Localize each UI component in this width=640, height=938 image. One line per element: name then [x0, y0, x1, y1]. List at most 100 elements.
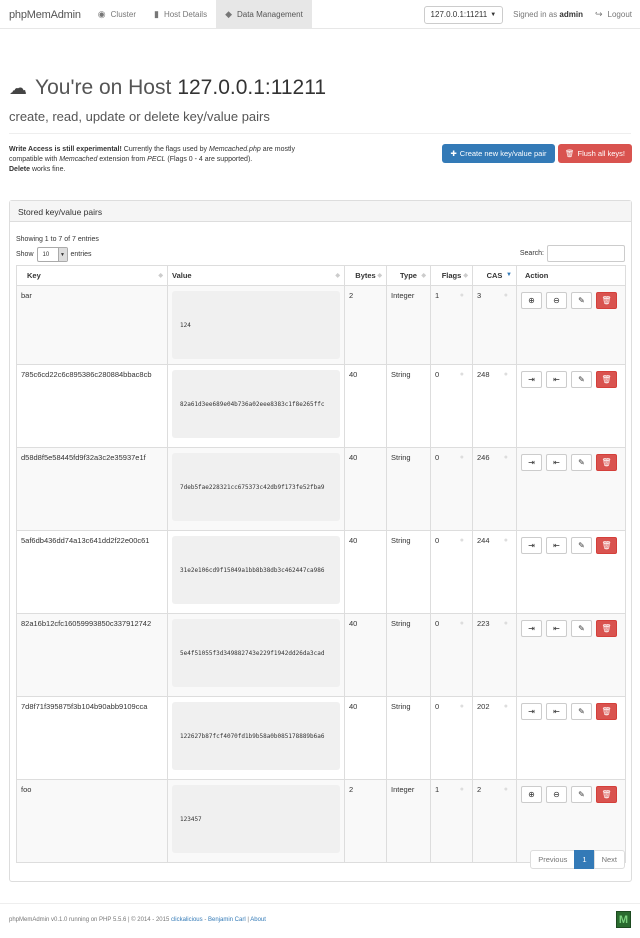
- pagination-previous[interactable]: Previous: [530, 850, 576, 869]
- table-row: d58d8f5e58445fd9f32a3c2e35937e1f 7deb5fa…: [16, 447, 626, 531]
- prepend-button[interactable]: ⇤: [546, 371, 567, 388]
- indent-icon: ⇥: [528, 375, 535, 384]
- increment-button[interactable]: ⊕: [521, 292, 542, 309]
- edit-button[interactable]: ✎: [571, 371, 592, 388]
- value-box[interactable]: 31e2e106cd9f15049a1bb8b38db3c462447ca986: [172, 536, 340, 604]
- prepend-button[interactable]: ⇤: [546, 537, 567, 554]
- edit-button[interactable]: ✎: [571, 292, 592, 309]
- value-box[interactable]: 5e4f51055f3d349882743e229f1942dd26da3cad: [172, 619, 340, 687]
- cell-cas: 246 ●: [472, 447, 517, 531]
- append-button[interactable]: ⇥: [521, 454, 542, 471]
- page-length-select[interactable]: 10 ▼: [36, 247, 68, 262]
- cell-action: ⇥ ⇤ ✎ 🗑: [516, 364, 626, 448]
- value-box[interactable]: 82a61d3ee689e04b736a02eee8383c1f8e265ffc: [172, 370, 340, 438]
- delete-button[interactable]: 🗑: [596, 454, 617, 471]
- edit-button[interactable]: ✎: [571, 454, 592, 471]
- tags-icon: ◆: [225, 8, 232, 19]
- decrement-button[interactable]: ⊖: [546, 292, 567, 309]
- edit-button[interactable]: ✎: [571, 786, 592, 803]
- page-title-prefix: You're on Host: [35, 76, 172, 99]
- prepend-button[interactable]: ⇤: [546, 703, 567, 720]
- brand-logo[interactable]: phpMemAdmin: [0, 0, 89, 28]
- cas-value: 248: [477, 370, 490, 379]
- flush-all-label: Flush all keys!: [577, 149, 626, 158]
- pagination-page-1[interactable]: 1: [574, 850, 595, 869]
- outdent-icon: ⇤: [553, 375, 560, 384]
- edit-button[interactable]: ✎: [571, 620, 592, 637]
- cell-bytes: 2: [344, 779, 387, 863]
- value-box[interactable]: 123457: [172, 785, 340, 853]
- logout-label: Logout: [607, 10, 632, 19]
- pencil-icon: ✎: [578, 375, 585, 384]
- nav-host-details[interactable]: ▮ Host Details: [145, 0, 216, 28]
- info-icon: ●: [503, 292, 508, 299]
- logout-link[interactable]: ↪ Logout: [595, 9, 632, 20]
- prepend-button[interactable]: ⇤: [546, 454, 567, 471]
- globe-icon: ◉: [97, 8, 106, 19]
- value-box[interactable]: 124: [172, 291, 340, 359]
- column-header-label: Key: [27, 271, 41, 280]
- delete-button[interactable]: 🗑: [596, 537, 617, 554]
- table-row: 82a16b12cfc16059993850c337912742 5e4f510…: [16, 613, 626, 697]
- row-actions: ⇥ ⇤ ✎ 🗑: [521, 536, 621, 554]
- outdent-icon: ⇤: [553, 458, 560, 467]
- edit-button[interactable]: ✎: [571, 703, 592, 720]
- sort-icon: ◆: [377, 273, 382, 279]
- delete-button[interactable]: 🗑: [596, 786, 617, 803]
- plus-circle-icon: ⊕: [528, 296, 535, 305]
- navbar: phpMemAdmin ◉ Cluster ▮ Host Details ◆ D…: [0, 0, 640, 29]
- column-header-bytes[interactable]: Bytes ◆: [344, 265, 387, 286]
- nav-cluster[interactable]: ◉ Cluster: [89, 0, 145, 28]
- pagination-next[interactable]: Next: [593, 850, 625, 869]
- footer-link-clickalicious[interactable]: clickalicious: [171, 917, 203, 923]
- trash-icon: 🗑: [601, 707, 612, 716]
- footer-link-about[interactable]: About: [250, 917, 266, 923]
- page-title: ☁ You're on Host 127.0.0.1:11211: [9, 76, 631, 100]
- column-header-cas[interactable]: CAS ▼: [472, 265, 517, 286]
- cell-value: 5e4f51055f3d349882743e229f1942dd26da3cad: [167, 613, 345, 697]
- append-button[interactable]: ⇥: [521, 703, 542, 720]
- column-header-label: CAS: [486, 271, 503, 280]
- create-pair-button[interactable]: ✚ Create new key/value pair: [442, 144, 555, 163]
- sort-icon: ◆: [158, 273, 163, 279]
- experimental-notice: Write Access is still experimental! Curr…: [9, 145, 329, 175]
- nav-data-management[interactable]: ◆ Data Management: [216, 0, 312, 28]
- cell-key: 785c6cd22c6c895386c280884bbac8cb: [16, 364, 168, 448]
- edit-button[interactable]: ✎: [571, 537, 592, 554]
- cell-flags: 1 ●: [430, 779, 473, 863]
- cell-bytes: 40: [344, 447, 387, 531]
- increment-button[interactable]: ⊕: [521, 786, 542, 803]
- delete-button[interactable]: 🗑: [596, 703, 617, 720]
- delete-button[interactable]: 🗑: [596, 292, 617, 309]
- column-header-type[interactable]: Type ◆: [386, 265, 431, 286]
- value-box[interactable]: 7deb5fae228321cc675373c42db9f173fe52fba9: [172, 453, 340, 521]
- sort-icon: ◆: [335, 273, 340, 279]
- cell-flags: 0 ●: [430, 530, 473, 614]
- notice-em: Memcached.php: [208, 146, 261, 153]
- pairs-panel: Stored key/value pairs Showing 1 to 7 of…: [9, 200, 632, 882]
- footer-link-author[interactable]: Benjamin Carl: [208, 917, 246, 923]
- append-button[interactable]: ⇥: [521, 537, 542, 554]
- append-button[interactable]: ⇥: [521, 620, 542, 637]
- host-selector[interactable]: 127.0.0.1:11211 ▼: [423, 5, 504, 24]
- cell-key: d58d8f5e58445fd9f32a3c2e35937e1f: [16, 447, 168, 531]
- flags-value: 0: [435, 453, 440, 462]
- trash-icon: 🗑: [601, 458, 612, 467]
- column-header-flags[interactable]: Flags ◆: [430, 265, 473, 286]
- cell-action: ⇥ ⇤ ✎ 🗑: [516, 530, 626, 614]
- footer-text: phpMemAdmin v0.1.0 running on PHP 5.5.6 …: [9, 917, 171, 923]
- delete-button[interactable]: 🗑: [596, 620, 617, 637]
- decrement-button[interactable]: ⊖: [546, 786, 567, 803]
- flags-value: 0: [435, 702, 440, 711]
- column-header-key[interactable]: Key ◆: [16, 265, 168, 286]
- delete-button[interactable]: 🗑: [596, 371, 617, 388]
- value-box[interactable]: 122627b87fcf4070fd1b9b58a0b085178889b6a6: [172, 702, 340, 770]
- column-header-value[interactable]: Value ◆: [167, 265, 345, 286]
- search-input[interactable]: [547, 245, 625, 262]
- flush-all-button[interactable]: 🗑 Flush all keys!: [558, 144, 632, 163]
- cas-value: 246: [477, 453, 490, 462]
- append-button[interactable]: ⇥: [521, 371, 542, 388]
- prepend-button[interactable]: ⇤: [546, 620, 567, 637]
- notice-delete: Delete: [9, 166, 31, 173]
- page-subtitle: create, read, update or delete key/value…: [9, 109, 270, 124]
